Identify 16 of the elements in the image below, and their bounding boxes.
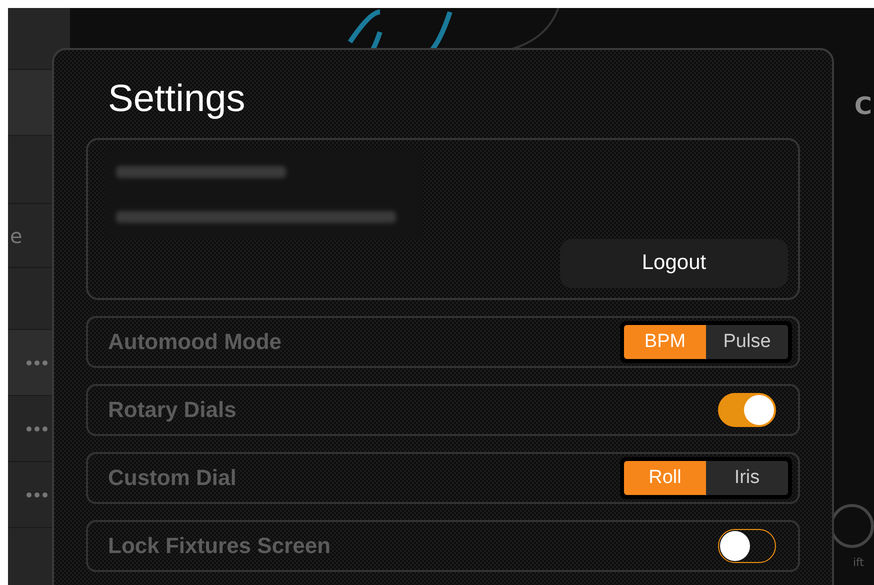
setting-label: Automood Mode <box>108 329 282 355</box>
heading-text: C <box>854 92 872 120</box>
segment-button[interactable]: Pulse <box>706 325 788 359</box>
more-icon[interactable] <box>26 492 48 498</box>
more-icon[interactable] <box>26 360 48 366</box>
setting-label: Custom Dial <box>108 465 236 491</box>
setting-label: Rotary Dials <box>108 397 236 423</box>
toggle-switch[interactable] <box>718 393 776 427</box>
toggle-switch[interactable] <box>718 529 776 563</box>
sidebar-label: e <box>10 224 22 248</box>
more-icon[interactable] <box>26 426 48 432</box>
caption-text: ift <box>852 556 864 569</box>
setting-label: Lock Fixtures Screen <box>108 533 331 559</box>
segment-button[interactable]: Iris <box>706 461 788 495</box>
logout-button[interactable]: Logout <box>560 238 788 288</box>
dialog-title: Settings <box>108 77 246 122</box>
